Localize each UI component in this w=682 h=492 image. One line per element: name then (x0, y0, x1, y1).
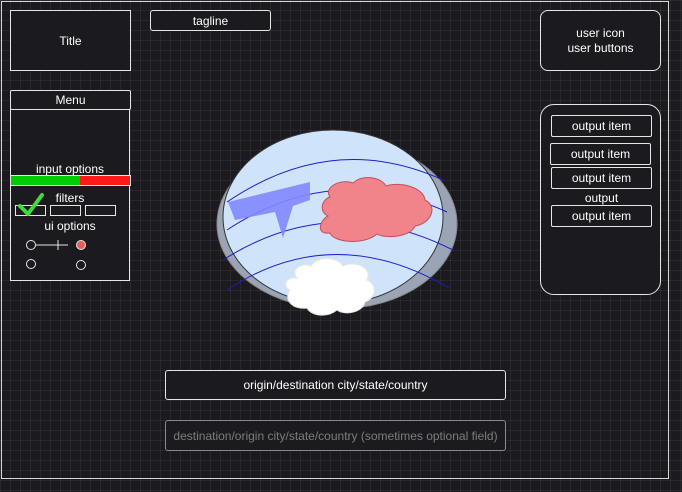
filter-checkbox-3[interactable] (85, 205, 116, 216)
checkmark-icon (18, 193, 44, 216)
origin-input[interactable]: origin/destination city/state/country (165, 370, 506, 400)
page-title: Title (59, 33, 82, 48)
user-buttons-label: user buttons (567, 40, 634, 55)
menu-label: Menu (55, 93, 86, 107)
ui-options-text: ui options (44, 219, 96, 233)
menu-button[interactable]: Menu (10, 90, 131, 110)
slider-icon[interactable] (36, 239, 70, 251)
user-area[interactable]: user icon user buttons (540, 10, 661, 71)
output-label-text: output (584, 191, 619, 205)
output-item-4[interactable]: output item (551, 205, 652, 227)
output-item-label: output item (571, 209, 632, 223)
ui-radio-3[interactable] (26, 259, 36, 269)
origin-input-value: origin/destination city/state/country (243, 378, 428, 392)
title-box: Title (10, 10, 131, 71)
input-options-text: input options (35, 162, 105, 176)
output-item-3[interactable]: output item (551, 167, 652, 189)
input-progress-bar[interactable] (10, 175, 131, 186)
input-progress-fill (11, 176, 81, 185)
destination-input[interactable]: destination/origin city/state/country (s… (165, 420, 506, 451)
ui-options-label: ui options (10, 219, 130, 233)
tagline: tagline (192, 13, 229, 28)
output-item-label: output item (570, 147, 631, 161)
filter-checkbox-2[interactable] (50, 205, 81, 216)
sidebar-panel (10, 98, 130, 281)
filters-text: filters (55, 191, 85, 205)
ui-radio-1[interactable] (26, 240, 36, 250)
ui-radio-4[interactable] (76, 260, 86, 270)
output-item-label: output item (571, 119, 632, 133)
globe-illustration-icon (216, 129, 458, 316)
destination-input-placeholder: destination/origin city/state/country (s… (173, 428, 498, 443)
ui-radio-2[interactable] (76, 240, 86, 250)
output-item-2[interactable]: output item (550, 143, 651, 165)
input-options-label: input options (10, 162, 130, 176)
output-item-label: output item (571, 171, 632, 185)
output-label: output (551, 191, 652, 205)
output-item-1[interactable]: output item (551, 115, 652, 137)
tagline-box: tagline (150, 10, 271, 31)
user-icon-label: user icon (576, 25, 625, 40)
